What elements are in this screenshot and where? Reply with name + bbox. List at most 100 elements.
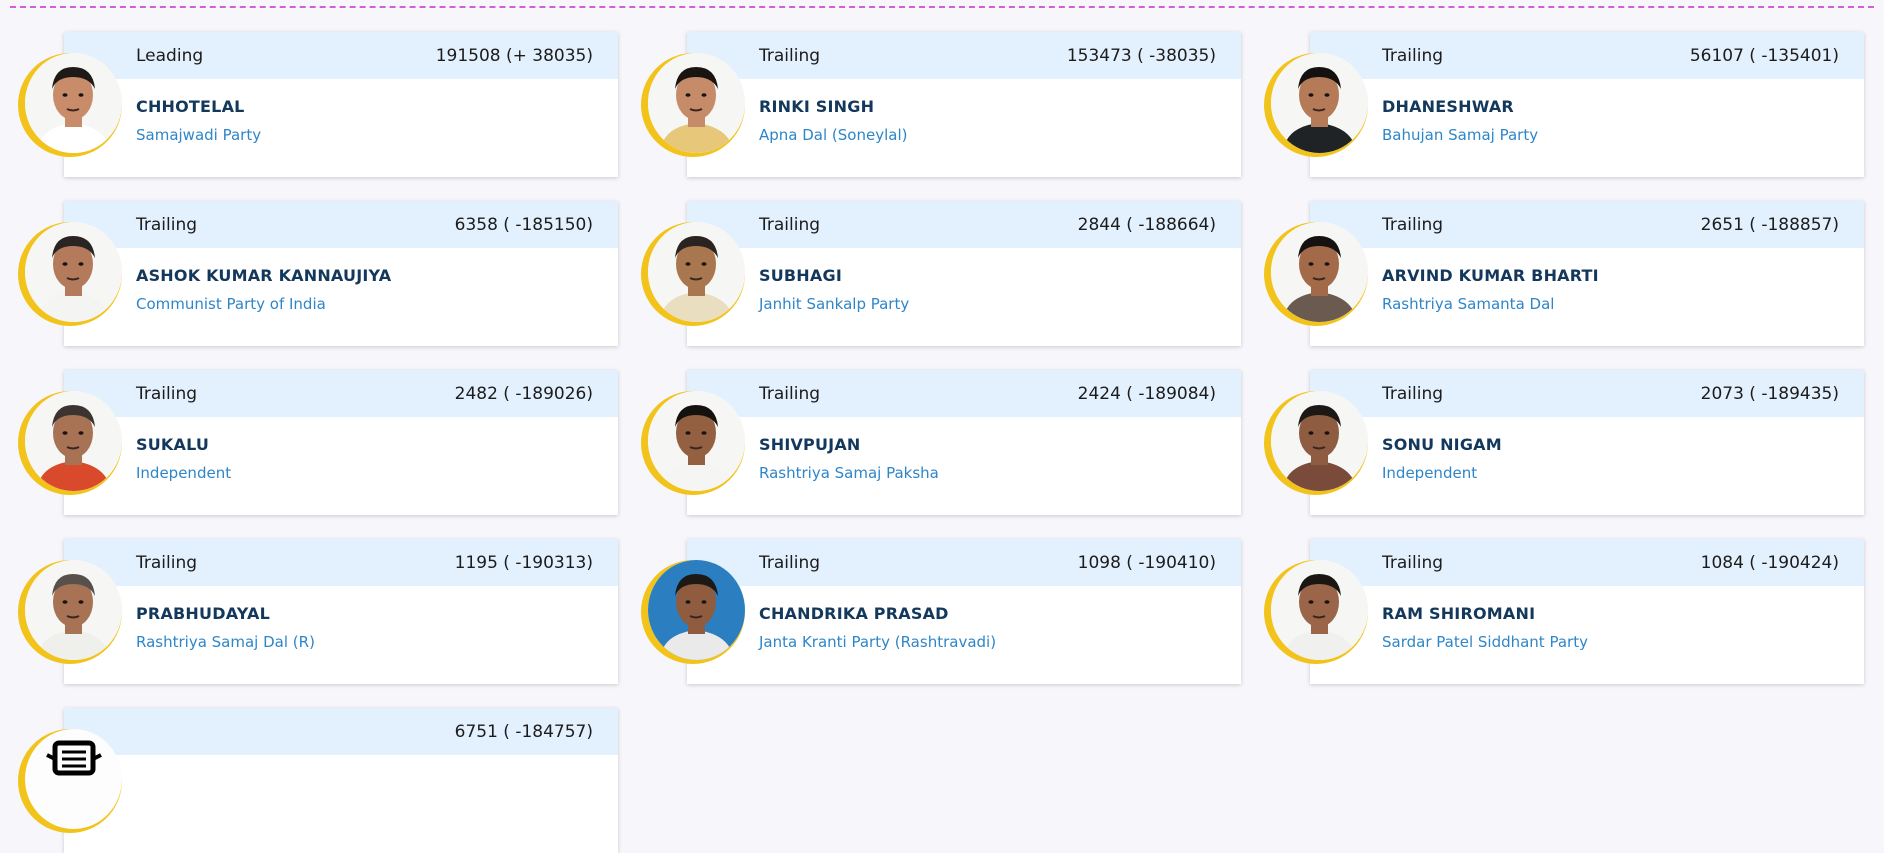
card-body: SUBHAGI Janhit Sankalp Party	[687, 248, 1241, 313]
party-name[interactable]: Rashtriya Samanta Dal	[1382, 295, 1864, 313]
card-panel: Trailing 2073 ( -189435) SONU NIGAM Indepen…	[1310, 370, 1864, 515]
avatar	[25, 391, 122, 491]
candidate-card[interactable]: Trailing 153473 ( -38035) RINKI SINGH Apna …	[641, 32, 1241, 177]
status-label: Trailing	[1382, 214, 1444, 235]
candidate-card[interactable]: Trailing 1195 ( -190313) PRABHUDAYAL Rashtr…	[18, 539, 618, 684]
party-name[interactable]: Janta Kranti Party (Rashtravadi)	[759, 633, 1241, 651]
card-panel: Trailing 2844 ( -188664) SUBHAGI Janhit San…	[687, 201, 1241, 346]
candidate-card[interactable]: Leading 191508 (+ 38035) CHHOTELAL Samajwad…	[18, 32, 618, 177]
vote-count: 2424 ( -189084)	[1077, 383, 1216, 404]
avatar	[1271, 560, 1368, 660]
party-name[interactable]: Sardar Patel Siddhant Party	[1382, 633, 1864, 651]
card-panel: Trailing 1098 ( -190410) CHANDRIKA PRASAD J…	[687, 539, 1241, 684]
vote-count: 1084 ( -190424)	[1700, 552, 1839, 573]
card-header: Trailing 1084 ( -190424)	[1310, 539, 1864, 586]
party-name[interactable]: Rashtriya Samaj Dal (R)	[136, 633, 618, 651]
avatar-ring	[18, 391, 122, 495]
avatar	[648, 560, 745, 660]
card-body: CHHOTELAL Samajwadi Party	[64, 79, 618, 144]
card-header: Trailing 2424 ( -189084)	[687, 370, 1241, 417]
candidate-card[interactable]: Trailing 2424 ( -189084) SHIVPUJAN Rashtriy…	[641, 370, 1241, 515]
avatar-ring	[641, 391, 745, 495]
party-name[interactable]: Janhit Sankalp Party	[759, 295, 1241, 313]
candidate-card[interactable]: Trailing 2651 ( -188857) ARVIND KUMAR BHAR…	[1264, 201, 1864, 346]
candidate-name: ARVIND KUMAR BHARTI	[1382, 266, 1599, 285]
avatar	[1271, 53, 1368, 153]
nota-icon	[25, 729, 122, 829]
avatar	[25, 222, 122, 322]
candidate-card[interactable]: Trailing 56107 ( -135401) DHANESHWAR Bahuja…	[1264, 32, 1864, 177]
status-label: Trailing	[1382, 383, 1444, 404]
avatar-ring	[641, 560, 745, 664]
vote-count: 2073 ( -189435)	[1700, 383, 1839, 404]
avatar-ring	[18, 53, 122, 157]
card-header: 6751 ( -184757)	[64, 708, 618, 755]
vote-count: 2651 ( -188857)	[1700, 214, 1839, 235]
candidate-name: CHHOTELAL	[136, 97, 245, 116]
candidate-card[interactable]: Trailing 2073 ( -189435) SONU NIGAM Indepen…	[1264, 370, 1864, 515]
card-panel: Trailing 56107 ( -135401) DHANESHWAR Bahuja…	[1310, 32, 1864, 177]
party-name[interactable]: Communist Party of India	[136, 295, 618, 313]
card-panel: Leading 191508 (+ 38035) CHHOTELAL Samajwad…	[64, 32, 618, 177]
candidate-card[interactable]: Trailing 2844 ( -188664) SUBHAGI Janhit San…	[641, 201, 1241, 346]
party-name[interactable]: Independent	[136, 464, 618, 482]
candidate-name: CHANDRIKA PRASAD	[759, 604, 949, 623]
card-header: Trailing 153473 ( -38035)	[687, 32, 1241, 79]
avatar-ring	[1264, 53, 1368, 157]
vote-count: 56107 ( -135401)	[1689, 45, 1839, 66]
status-label: Trailing	[1382, 45, 1444, 66]
status-label: Trailing	[136, 552, 198, 573]
avatar	[25, 53, 122, 153]
avatar-ring	[641, 222, 745, 326]
avatar-ring	[1264, 560, 1368, 664]
vote-count: 6358 ( -185150)	[454, 214, 593, 235]
card-panel: Trailing 1195 ( -190313) PRABHUDAYAL Rashtr…	[64, 539, 618, 684]
party-name[interactable]: Rashtriya Samaj Paksha	[759, 464, 1241, 482]
card-panel: 6751 ( -184757)	[64, 708, 618, 853]
card-body: SHIVPUJAN Rashtriya Samaj Paksha	[687, 417, 1241, 482]
party-name[interactable]: Apna Dal (Soneylal)	[759, 126, 1241, 144]
card-body: PRABHUDAYAL Rashtriya Samaj Dal (R)	[64, 586, 618, 651]
candidate-card[interactable]: Trailing 1098 ( -190410) CHANDRIKA PRASAD J…	[641, 539, 1241, 684]
dashed-divider	[10, 6, 1874, 8]
card-panel: Trailing 6358 ( -185150) ASHOK KUMAR KANNA…	[64, 201, 618, 346]
party-name[interactable]: Samajwadi Party	[136, 126, 618, 144]
card-panel: Trailing 2651 ( -188857) ARVIND KUMAR BHAR…	[1310, 201, 1864, 346]
vote-count: 153473 ( -38035)	[1066, 45, 1216, 66]
avatar-ring	[18, 729, 122, 833]
card-header: Trailing 2651 ( -188857)	[1310, 201, 1864, 248]
candidate-card[interactable]: Trailing 1084 ( -190424) RAM SHIROMANI Sard…	[1264, 539, 1864, 684]
avatar	[648, 222, 745, 322]
candidate-grid: Leading 191508 (+ 38035) CHHOTELAL Samajwad…	[18, 32, 1864, 853]
candidate-name: DHANESHWAR	[1382, 97, 1514, 116]
avatar	[25, 560, 122, 660]
avatar	[1271, 222, 1368, 322]
vote-count: 191508 (+ 38035)	[435, 45, 593, 66]
vote-count: 2844 ( -188664)	[1077, 214, 1216, 235]
card-body: ARVIND KUMAR BHARTI Rashtriya Samanta Dal	[1310, 248, 1864, 313]
party-name[interactable]: Bahujan Samaj Party	[1382, 126, 1864, 144]
card-header: Trailing 2073 ( -189435)	[1310, 370, 1864, 417]
card-header: Trailing 1098 ( -190410)	[687, 539, 1241, 586]
card-header: Trailing 1195 ( -190313)	[64, 539, 618, 586]
avatar	[1271, 391, 1368, 491]
card-body: CHANDRIKA PRASAD Janta Kranti Party (Rash…	[687, 586, 1241, 651]
candidate-card[interactable]: Trailing 2482 ( -189026) SUKALU Independent	[18, 370, 618, 515]
card-body: RAM SHIROMANI Sardar Patel Siddhant Party	[1310, 586, 1864, 651]
nota-card[interactable]: 6751 ( -184757)	[18, 708, 618, 853]
candidate-card[interactable]: Trailing 6358 ( -185150) ASHOK KUMAR KANNA…	[18, 201, 618, 346]
status-label: Trailing	[759, 383, 821, 404]
card-header: Trailing 2844 ( -188664)	[687, 201, 1241, 248]
status-label: Leading	[136, 45, 204, 66]
candidate-name: RINKI SINGH	[759, 97, 875, 116]
card-body: SUKALU Independent	[64, 417, 618, 482]
avatar-ring	[641, 53, 745, 157]
status-label: Trailing	[759, 45, 821, 66]
party-name[interactable]: Independent	[1382, 464, 1864, 482]
vote-count: 2482 ( -189026)	[454, 383, 593, 404]
candidate-name: SUKALU	[136, 435, 210, 454]
avatar-ring	[18, 560, 122, 664]
status-label: Trailing	[759, 214, 821, 235]
card-panel: Trailing 1084 ( -190424) RAM SHIROMANI Sard…	[1310, 539, 1864, 684]
candidate-name: ASHOK KUMAR KANNAUJIYA	[136, 266, 392, 285]
